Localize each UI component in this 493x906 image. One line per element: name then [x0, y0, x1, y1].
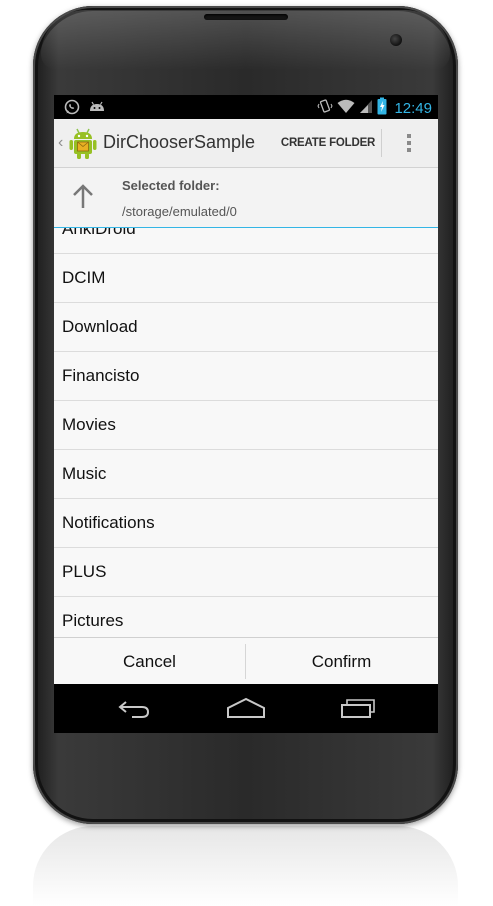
folder-name: PLUS [62, 562, 107, 581]
arrow-up-icon[interactable] [66, 180, 100, 214]
folder-name: Movies [62, 415, 116, 434]
back-icon[interactable] [104, 692, 164, 724]
folder-name: Download [62, 317, 138, 336]
earpiece-speaker [204, 14, 288, 20]
overflow-menu-icon[interactable] [394, 119, 424, 167]
up-caret-icon[interactable]: ‹ [58, 134, 63, 152]
signal-icon [359, 98, 373, 119]
create-folder-button[interactable]: CREATE FOLDER [276, 119, 380, 167]
action-bar: ‹ DirChooserSample CREATE FOLDER [54, 119, 438, 168]
battery-charging-icon [377, 97, 387, 120]
list-item[interactable]: Notifications [54, 499, 438, 548]
list-item[interactable]: PLUS [54, 548, 438, 597]
android-debug-icon [88, 99, 106, 120]
list-item[interactable]: Download [54, 303, 438, 352]
list-item[interactable]: Financisto [54, 352, 438, 401]
selected-folder-label: Selected folder: [122, 178, 220, 193]
folder-name: Notifications [62, 513, 155, 532]
front-camera [390, 34, 402, 46]
home-icon[interactable] [216, 692, 276, 724]
selected-folder-header: Selected folder: /storage/emulated/0 [54, 168, 438, 228]
whatsapp-icon [64, 99, 80, 120]
confirm-button[interactable]: Confirm [246, 638, 437, 685]
list-item[interactable]: DCIM [54, 254, 438, 303]
wifi-icon [337, 98, 355, 119]
list-item[interactable]: Music [54, 450, 438, 499]
status-bar: 12:49 [54, 95, 438, 119]
android-robot-icon[interactable] [66, 126, 100, 160]
folder-name: Pictures [62, 611, 124, 630]
navigation-bar [54, 684, 438, 733]
app-title: DirChooserSample [103, 132, 256, 152]
recents-icon[interactable] [328, 692, 388, 724]
cancel-button[interactable]: Cancel [54, 638, 245, 685]
action-bar-divider [381, 129, 382, 157]
dialog-button-bar: Cancel Confirm [54, 637, 438, 685]
folder-name: Financisto [62, 366, 140, 385]
screen: 12:49 ‹ DirChooserSample CREATE FOLDER S… [54, 95, 438, 733]
device-reflection [33, 826, 458, 906]
status-time: 12:49 [394, 100, 432, 117]
selected-folder-path: /storage/emulated/0 [122, 204, 237, 219]
list-item[interactable]: Pictures [54, 597, 438, 637]
folder-list[interactable]: AnkiDroid DCIM Download Financisto Movie… [54, 179, 438, 637]
folder-name: Music [62, 464, 107, 483]
list-item[interactable]: Movies [54, 401, 438, 450]
vibrate-icon [317, 98, 334, 119]
folder-name: DCIM [62, 268, 106, 287]
